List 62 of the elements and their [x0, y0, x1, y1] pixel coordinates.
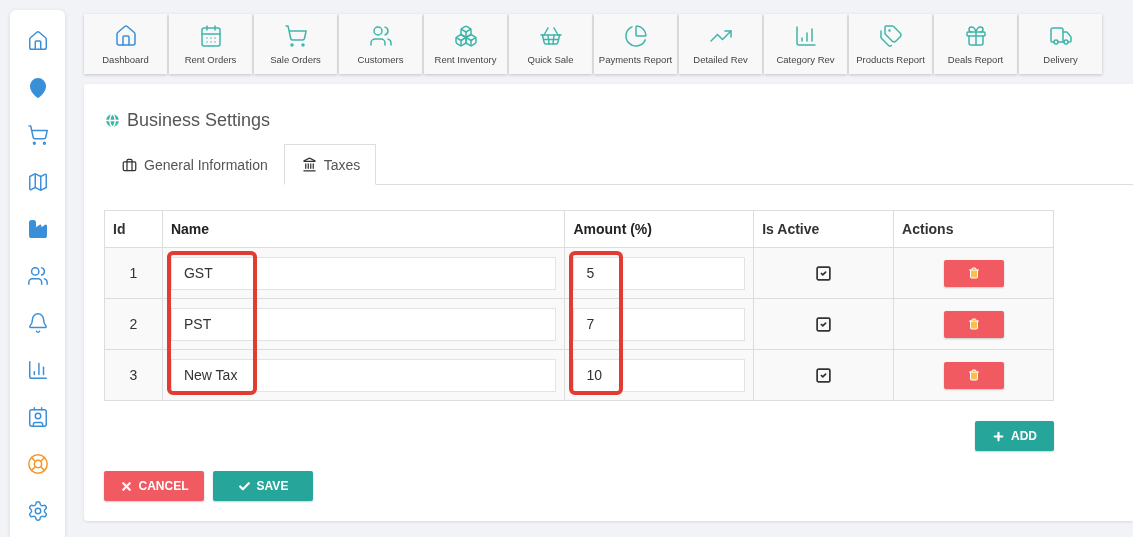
contact-card-icon[interactable]	[26, 406, 49, 428]
toolbar-button[interactable]: Payments Report	[594, 14, 677, 74]
plus-icon	[992, 429, 1005, 443]
toolbar-button[interactable]: Delivery	[1019, 14, 1102, 74]
amount-field[interactable]: 7	[573, 307, 746, 341]
cart-icon	[283, 23, 308, 48]
checked-checkbox[interactable]	[815, 366, 833, 384]
column-header: Id	[104, 210, 163, 248]
amount-field[interactable]: 10	[573, 358, 746, 392]
table-cell: 3	[104, 349, 163, 401]
settings-icon[interactable]	[26, 500, 49, 522]
table-cell: 2	[104, 298, 163, 350]
toolbar-button[interactable]: Rent Orders	[169, 14, 252, 74]
toolbar-button[interactable]: Sale Orders	[254, 14, 337, 74]
toolbar-button[interactable]: Rent Inventory	[424, 14, 507, 74]
checked-checkbox[interactable]	[815, 264, 833, 282]
bar-chart-icon[interactable]	[26, 359, 49, 381]
delete-button[interactable]	[943, 361, 1004, 389]
factory-icon[interactable]	[26, 218, 49, 240]
name-field[interactable]: PST	[170, 307, 557, 341]
trash-icon	[967, 369, 980, 381]
tab[interactable]: Taxes	[283, 144, 377, 185]
bank-icon	[301, 157, 317, 172]
name-field[interactable]: GST	[170, 256, 557, 290]
toolbar-button[interactable]: Category Rev	[764, 14, 847, 74]
home-icon	[113, 23, 138, 48]
users-icon	[368, 23, 393, 48]
delete-button[interactable]	[943, 310, 1004, 338]
amount-field[interactable]: 5	[573, 256, 746, 290]
tags-icon	[878, 23, 903, 48]
checked-checkbox[interactable]	[815, 315, 833, 333]
column-header: Actions	[893, 210, 1054, 248]
home-icon[interactable]	[26, 30, 49, 52]
globe-icon	[104, 111, 121, 129]
toolbar-button[interactable]: Detailed Rev	[679, 14, 762, 74]
users-icon[interactable]	[26, 265, 49, 287]
x-icon	[119, 479, 133, 493]
toolbar-button[interactable]: Products Report	[849, 14, 932, 74]
bar-chart-icon	[793, 23, 818, 48]
trash-icon	[967, 318, 980, 330]
toolbar-button[interactable]: Dashboard	[84, 14, 167, 74]
calendar-icon	[198, 23, 223, 48]
toolbar-button[interactable]: Customers	[339, 14, 422, 74]
column-header: Amount (%)	[564, 210, 754, 248]
page-title: Business Settings	[127, 109, 271, 131]
lifebuoy-icon[interactable]	[26, 453, 49, 475]
name-field[interactable]: New Tax	[170, 358, 557, 392]
map-icon[interactable]	[26, 171, 49, 193]
toolbar-button[interactable]: Quick Sale	[509, 14, 592, 74]
bell-icon[interactable]	[26, 312, 49, 334]
cart-icon[interactable]	[26, 124, 49, 146]
table-cell: 1	[104, 247, 163, 299]
trash-icon	[967, 267, 980, 279]
boxes-icon	[453, 23, 478, 48]
column-header: Name	[162, 210, 565, 248]
briefcase-icon	[122, 157, 137, 173]
pie-chart-icon	[623, 23, 648, 48]
delete-button[interactable]	[943, 259, 1004, 287]
gift-icon	[963, 23, 988, 48]
toolbar-button[interactable]: Deals Report	[934, 14, 1017, 74]
column-header: Is Active	[753, 210, 894, 248]
check-icon	[237, 479, 251, 493]
